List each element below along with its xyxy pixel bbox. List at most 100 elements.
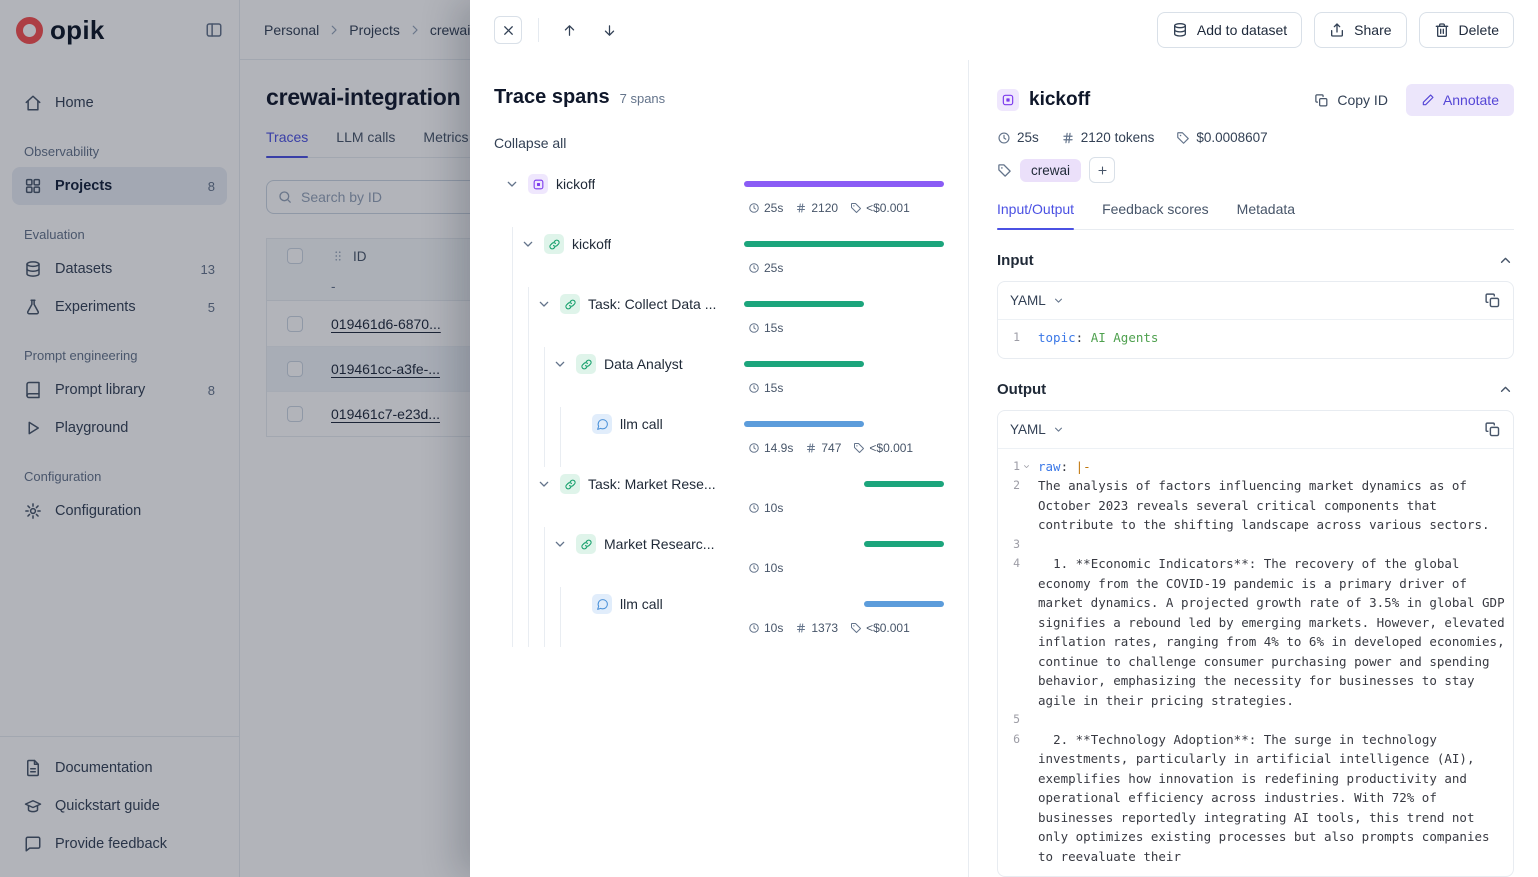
span-tokens: 1373 — [795, 621, 838, 635]
duration-bar-track — [744, 287, 944, 321]
chevron-up-icon[interactable] — [1497, 252, 1514, 269]
llm-call-icon — [592, 594, 612, 614]
hash-icon — [1061, 131, 1075, 145]
tree-guide — [544, 347, 545, 407]
code-line: 5 — [1004, 710, 1505, 730]
clock-icon — [748, 262, 760, 274]
span-label: llm call — [620, 596, 663, 612]
duration-bar — [744, 241, 944, 247]
span-row[interactable]: llm call 10s 1373 <$0.001 — [494, 587, 944, 647]
tab-metadata[interactable]: Metadata — [1237, 201, 1295, 229]
span-row[interactable]: kickoff 25s — [494, 227, 944, 287]
collapse-all-button[interactable]: Collapse all — [494, 135, 566, 151]
code-text: raw: |- — [1034, 457, 1505, 477]
section-input: Input YAML 1 topic: AI Agents — [997, 252, 1514, 359]
close-button[interactable] — [494, 16, 522, 44]
detail-tags: crewai — [997, 157, 1514, 183]
line-number: 1 — [1004, 328, 1020, 348]
format-select[interactable]: YAML — [1010, 293, 1065, 308]
code-text: 1. **Economic Indicators**: The recovery… — [1034, 554, 1505, 710]
arrow-up-icon — [562, 23, 577, 38]
clock-icon — [748, 442, 760, 454]
tree-guide — [544, 587, 545, 647]
tag-chip[interactable]: crewai — [1020, 159, 1081, 182]
code-line: 1 topic: AI Agents — [1004, 328, 1505, 348]
chevron-down-icon[interactable] — [552, 536, 568, 552]
link-icon — [576, 534, 596, 554]
tag-icon — [850, 202, 862, 214]
chevron-down-icon[interactable] — [504, 176, 520, 192]
span-tokens: 2120 — [795, 201, 838, 215]
add-to-dataset-button[interactable]: Add to dataset — [1157, 12, 1302, 48]
copy-icon — [1314, 93, 1329, 108]
chevron-down-icon[interactable] — [520, 236, 536, 252]
chevron-up-icon[interactable] — [1497, 381, 1514, 398]
duration-bar-track — [744, 347, 944, 381]
tag-icon — [997, 163, 1012, 178]
link-icon — [544, 234, 564, 254]
chevron-down-icon[interactable] — [536, 476, 552, 492]
span-duration: 15s — [748, 321, 783, 335]
span-row[interactable]: Data Analyst 15s — [494, 347, 944, 407]
tree-guide — [512, 527, 513, 587]
span-cost: <$0.001 — [853, 441, 913, 455]
hash-icon — [795, 202, 807, 214]
hash-icon — [795, 622, 807, 634]
tree-guide — [528, 347, 529, 407]
clock-icon — [748, 322, 760, 334]
copy-code-button[interactable] — [1484, 421, 1501, 438]
code-text: 2. **Technology Adoption**: The surge in… — [1034, 730, 1505, 867]
link-icon — [576, 354, 596, 374]
span-label: Task: Collect Data ... — [588, 296, 716, 312]
next-trace-button[interactable] — [595, 16, 623, 44]
duration-bar — [744, 181, 944, 187]
span-row[interactable]: Task: Market Rese... 10s — [494, 467, 944, 527]
line-collapse-icon[interactable] — [1020, 457, 1032, 477]
delete-button[interactable]: Delete — [1419, 12, 1514, 48]
span-row[interactable]: Task: Collect Data ... 15s — [494, 287, 944, 347]
trace-nav-arrows — [555, 16, 623, 44]
previous-trace-button[interactable] — [555, 16, 583, 44]
add-tag-button[interactable] — [1089, 157, 1115, 183]
io-sections: Input YAML 1 topic: AI Agents Output — [997, 252, 1514, 877]
llm-call-icon — [592, 414, 612, 434]
duration-bar-track — [744, 407, 944, 441]
link-icon — [560, 474, 580, 494]
share-button[interactable]: Share — [1314, 12, 1406, 48]
span-cost: <$0.001 — [850, 621, 910, 635]
span-label: kickoff — [572, 236, 611, 252]
span-row[interactable]: Market Researc... 10s — [494, 527, 944, 587]
annotate-button[interactable]: Annotate — [1406, 84, 1514, 116]
span-stats: 10s — [744, 561, 944, 587]
format-select[interactable]: YAML — [1010, 422, 1065, 437]
line-number: 5 — [1004, 710, 1020, 730]
code-line: 6 2. **Technology Adoption**: The surge … — [1004, 730, 1505, 867]
clock-icon — [748, 202, 760, 214]
tag-icon — [850, 622, 862, 634]
detail-tags-list: crewai — [1020, 159, 1081, 182]
duration-bar — [744, 421, 864, 427]
duration-bar — [864, 481, 944, 487]
tab-feedback-scores[interactable]: Feedback scores — [1102, 201, 1209, 229]
chevron-down-icon[interactable] — [552, 356, 568, 372]
detail-tabs: Input/Output Feedback scores Metadata — [997, 201, 1514, 230]
tab-input-output[interactable]: Input/Output — [997, 201, 1074, 229]
code-body: 1 topic: AI Agents — [998, 320, 1513, 358]
spans-count: 7 spans — [620, 91, 666, 106]
span-duration: 25s — [748, 261, 783, 275]
duration-bar-track — [744, 587, 944, 621]
chevron-down-icon[interactable] — [536, 296, 552, 312]
overlay-actions: Add to dataset Share Delete — [1157, 12, 1514, 48]
span-duration: 14.9s — [748, 441, 793, 455]
duration-bar — [744, 361, 864, 367]
tag-icon — [853, 442, 865, 454]
code-card: YAML 1 raw: |- 2 The analysis of factors… — [997, 410, 1514, 877]
span-row[interactable]: llm call 14.9s 747 <$0.001 — [494, 407, 944, 467]
line-number: 2 — [1004, 476, 1020, 496]
copy-id-button[interactable]: Copy ID — [1306, 86, 1396, 114]
code-body: 1 raw: |- 2 The analysis of factors infl… — [998, 449, 1513, 877]
copy-code-button[interactable] — [1484, 292, 1501, 309]
spans-panel: Trace spans 7 spans Collapse all kickoff… — [470, 60, 968, 877]
span-row[interactable]: kickoff 25s 2120 <$0.001 — [494, 167, 944, 227]
trace-icon — [528, 174, 548, 194]
